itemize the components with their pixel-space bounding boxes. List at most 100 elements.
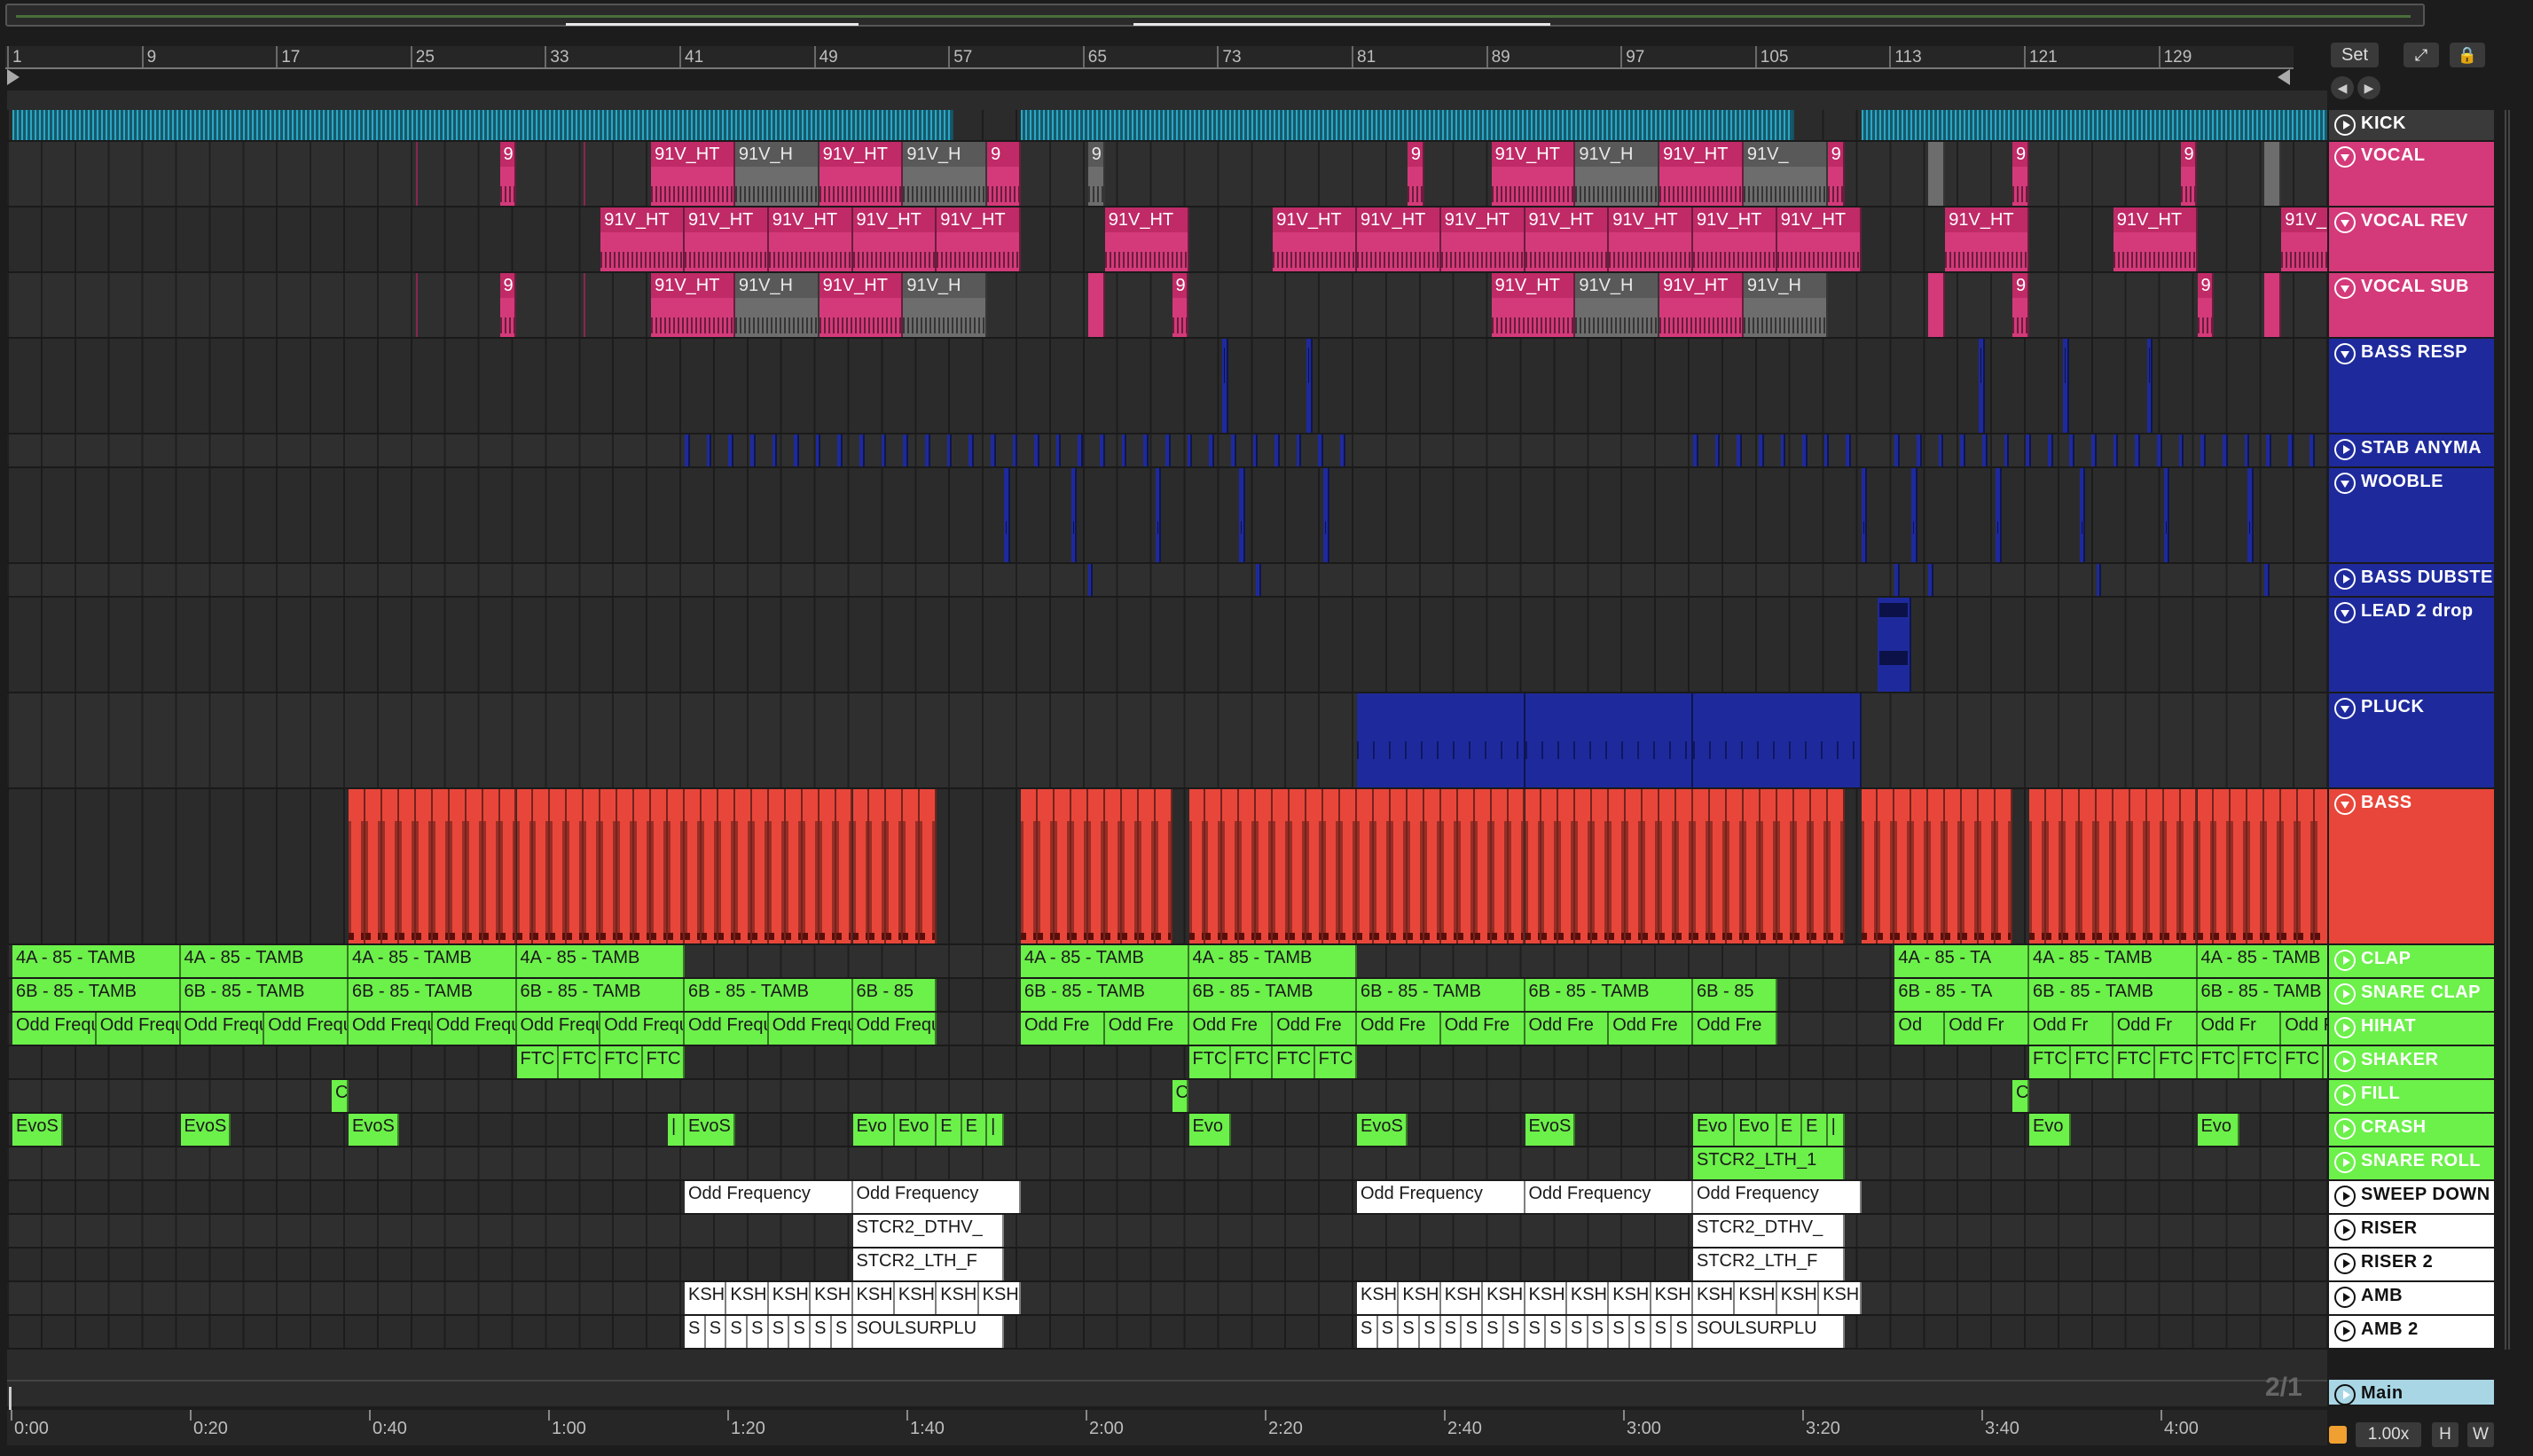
clip-bass[interactable] bbox=[1659, 789, 1677, 943]
clip-stab[interactable] bbox=[1230, 434, 1236, 466]
clip-vocal-rev[interactable]: 91V_HT bbox=[2281, 207, 2327, 271]
clip-stab[interactable] bbox=[1274, 434, 1280, 466]
clip-shaker[interactable]: FTC bbox=[516, 1046, 559, 1078]
clip-vocal-sub[interactable] bbox=[1928, 273, 1946, 337]
clip-bass[interactable] bbox=[533, 789, 551, 943]
clip-amb-2[interactable]: S bbox=[831, 1316, 853, 1348]
clip-amb-2[interactable]: S bbox=[1462, 1316, 1484, 1348]
clip-snare-clap[interactable]: 6B - 85 - TAMB bbox=[516, 979, 685, 1011]
clip-bass[interactable] bbox=[1609, 789, 1627, 943]
clip-vocal[interactable]: 9 bbox=[2012, 142, 2029, 206]
play-icon[interactable] bbox=[2334, 1051, 2356, 1072]
clip-stab[interactable] bbox=[1340, 434, 1345, 466]
track-resize-grip[interactable] bbox=[2505, 142, 2512, 207]
play-icon[interactable] bbox=[2334, 1186, 2356, 1207]
clip-bass[interactable] bbox=[2298, 789, 2316, 943]
clip-amb[interactable]: KSH bbox=[1693, 1282, 1736, 1314]
clip-bass[interactable] bbox=[349, 789, 365, 943]
clip-stab[interactable] bbox=[946, 434, 953, 466]
clip-wooble[interactable] bbox=[1323, 468, 1329, 562]
clip-vocal-sub[interactable]: 9 bbox=[499, 273, 517, 337]
clip-stab[interactable] bbox=[1917, 434, 1922, 466]
clip-amb-2[interactable]: SOULSURPLU bbox=[1693, 1316, 1845, 1348]
loop-start-marker-icon[interactable] bbox=[7, 69, 20, 85]
clip-hihat[interactable]: Odd Fr bbox=[2197, 1013, 2282, 1045]
clip-amb[interactable]: KSH bbox=[1440, 1282, 1484, 1314]
clip-stab[interactable] bbox=[1100, 434, 1105, 466]
clip-bass[interactable] bbox=[1290, 789, 1307, 943]
clip-vocal-sub[interactable]: 91V_H bbox=[734, 273, 820, 337]
clip-stab[interactable] bbox=[2287, 434, 2294, 466]
clip-stab[interactable] bbox=[2026, 434, 2031, 466]
clip-hihat[interactable]: Odd Frequ bbox=[768, 1013, 853, 1045]
fold-icon[interactable] bbox=[2334, 278, 2356, 299]
clip-vocal[interactable] bbox=[2264, 142, 2282, 206]
clip-shaker[interactable]: FTC bbox=[642, 1046, 685, 1078]
play-icon[interactable] bbox=[2334, 1084, 2356, 1106]
clip-sweep-down[interactable]: Odd Frequency bbox=[1525, 1181, 1693, 1213]
clip-shaker[interactable]: FTC bbox=[2071, 1046, 2113, 1078]
lane-snare-roll[interactable] bbox=[7, 1147, 2327, 1181]
clip-vocal-rev[interactable]: 91V_HT bbox=[852, 207, 937, 271]
track-header-hihat[interactable]: HIHAT bbox=[2329, 1013, 2494, 1046]
clip-shaker[interactable]: FTC bbox=[1314, 1046, 1357, 1078]
clip-kick[interactable] bbox=[12, 110, 954, 140]
clip-bass[interactable] bbox=[2113, 789, 2130, 943]
clip-bass[interactable] bbox=[1188, 789, 1206, 943]
track-resize-grip[interactable] bbox=[2505, 1013, 2512, 1046]
clip-wooble[interactable] bbox=[1155, 468, 1162, 562]
clip-bass[interactable] bbox=[398, 789, 416, 943]
clip-hihat[interactable]: Odd Frequ bbox=[852, 1013, 937, 1045]
clip-amb-2[interactable]: S bbox=[1609, 1316, 1630, 1348]
track-header-wooble[interactable]: WOOBLE bbox=[2329, 468, 2494, 564]
clip-amb-2[interactable]: S bbox=[1483, 1316, 1504, 1348]
clip-stab[interactable] bbox=[1938, 434, 1944, 466]
clip-shaker[interactable]: FTC bbox=[2281, 1046, 2324, 1078]
clip-crash[interactable]: E bbox=[937, 1114, 962, 1146]
clip-hihat[interactable]: Odd Fr bbox=[2281, 1013, 2327, 1045]
clip-stab[interactable] bbox=[2200, 434, 2206, 466]
clip-bass[interactable] bbox=[1962, 789, 1980, 943]
clip-bass[interactable] bbox=[1021, 789, 1038, 943]
h-button[interactable]: H bbox=[2432, 1422, 2458, 1447]
clip-bass[interactable] bbox=[1558, 789, 1576, 943]
clip-wooble[interactable] bbox=[1239, 468, 1245, 562]
clip-crash[interactable]: Evo bbox=[894, 1114, 937, 1146]
clip-wooble[interactable] bbox=[1004, 468, 1010, 562]
clip-amb[interactable]: KSH bbox=[1609, 1282, 1651, 1314]
clip-bass[interactable] bbox=[701, 789, 718, 943]
clip-crash[interactable]: EvoS bbox=[1357, 1114, 1408, 1146]
clip-bass[interactable] bbox=[381, 789, 399, 943]
clip-crash[interactable]: | bbox=[668, 1114, 685, 1146]
clip-stab[interactable] bbox=[859, 434, 865, 466]
track-header-vocal[interactable]: VOCAL bbox=[2329, 142, 2494, 207]
clip-hihat[interactable]: Odd Fre bbox=[1188, 1013, 1274, 1045]
clip-stab[interactable] bbox=[728, 434, 733, 466]
w-button[interactable]: W bbox=[2467, 1422, 2494, 1447]
clip-clap[interactable]: 4A - 85 - TAMB bbox=[1021, 945, 1189, 977]
clip-snare-clap[interactable]: 6B - 85 - TAMB bbox=[1525, 979, 1693, 1011]
clip-bass[interactable] bbox=[1440, 789, 1458, 943]
track-resize-grip[interactable] bbox=[2505, 1147, 2512, 1181]
clip-bass[interactable] bbox=[1037, 789, 1055, 943]
track-resize-grip[interactable] bbox=[2505, 1181, 2512, 1215]
bar-ruler[interactable]: 1 9 17 25 33 41 49 57 65 73 81 89 97 105 113 121 129 bbox=[5, 46, 2294, 69]
clip-bass[interactable] bbox=[1407, 789, 1424, 943]
clip-vocal[interactable]: 9 bbox=[1087, 142, 1105, 206]
clip-bass[interactable] bbox=[1743, 789, 1761, 943]
clip-vocal-rev[interactable]: 91V_HT bbox=[1693, 207, 1777, 271]
clip-stab[interactable] bbox=[968, 434, 974, 466]
fold-icon[interactable] bbox=[2334, 698, 2356, 719]
clip-bass-dubste[interactable] bbox=[2096, 564, 2102, 596]
clip-bass[interactable] bbox=[617, 789, 635, 943]
horizontal-scrollbar[interactable] bbox=[7, 1380, 2327, 1413]
clip-riser[interactable]: STCR2_DTHV_ bbox=[852, 1215, 1005, 1247]
clip-bass-resp[interactable] bbox=[1306, 339, 1313, 433]
clip-bass[interactable] bbox=[1423, 789, 1441, 943]
clip-hihat[interactable]: Odd Fre bbox=[1440, 1013, 1525, 1045]
clip-bass[interactable] bbox=[2214, 789, 2231, 943]
clip-vocal[interactable]: 91V_HT bbox=[819, 142, 904, 206]
clip-sweep-down[interactable]: Odd Frequency bbox=[1693, 1181, 1862, 1213]
track-resize-grip[interactable] bbox=[2505, 693, 2512, 789]
clip-vocal-sub[interactable]: 9 bbox=[2197, 273, 2215, 337]
